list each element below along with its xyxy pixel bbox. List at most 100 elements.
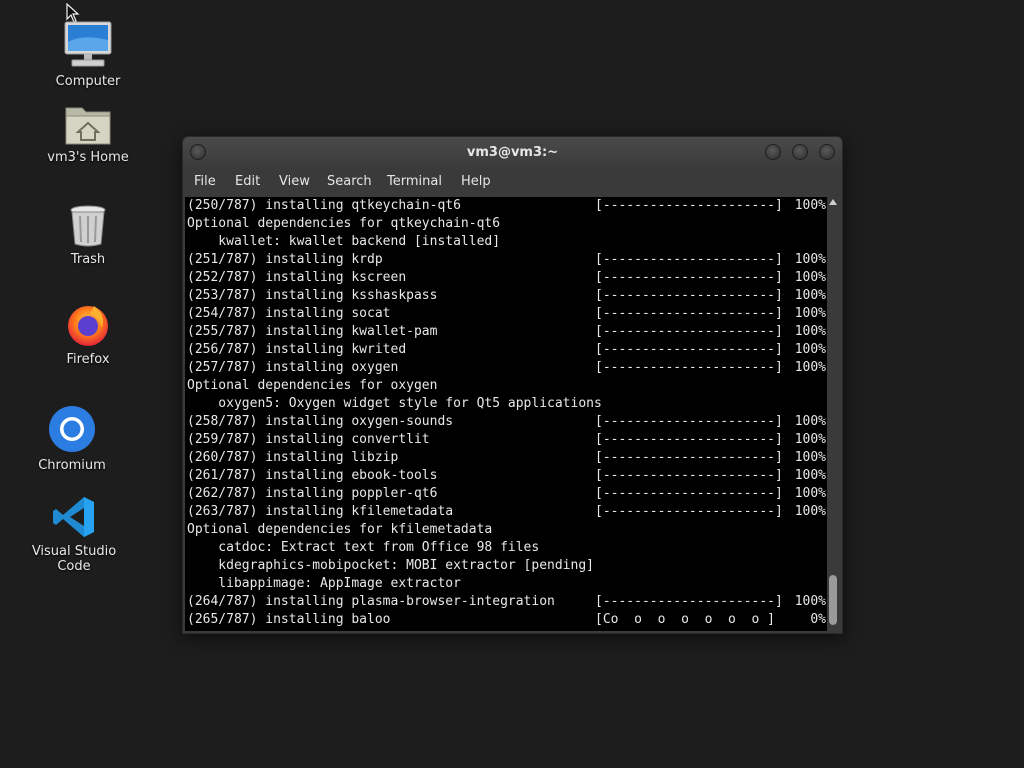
progress-bar-text: [----------------------] xyxy=(595,504,783,519)
trash-icon xyxy=(70,205,106,247)
progress-percent: 100% xyxy=(794,594,826,609)
home-folder-icon xyxy=(65,107,111,145)
window-titlebar[interactable]: vm3@vm3:~ xyxy=(183,137,842,167)
terminal-line: (258/787) installing oxygen-sounds [-----… xyxy=(185,413,827,431)
progress-percent: 100% xyxy=(794,270,826,285)
terminal-line: (252/787) installing kscreen [-----------… xyxy=(185,269,827,287)
terminal-line: catdoc: Extract text from Office 98 file… xyxy=(185,539,827,557)
chromium-icon xyxy=(49,406,95,452)
progress-percent: 100% xyxy=(794,468,826,483)
terminal-line: (257/787) installing oxygen [------------… xyxy=(185,359,827,377)
desktop-icon-chromium[interactable]: Chromium xyxy=(12,404,132,473)
progress-bar-text: [----------------------] xyxy=(595,306,783,321)
menu-file[interactable]: File xyxy=(194,174,216,189)
terminal-line-text: (258/787) installing oxygen-sounds xyxy=(187,414,454,429)
terminal-line-text: (259/787) installing convertlit xyxy=(187,432,430,447)
terminal-line: (262/787) installing poppler-qt6 [-------… xyxy=(185,485,827,503)
terminal-line-text: (253/787) installing ksshaskpass xyxy=(187,288,438,303)
terminal-line-text: (250/787) installing qtkeychain-qt6 xyxy=(187,198,461,213)
progress-bar-text: [Co o o o o o o ] xyxy=(595,612,776,627)
desktop-icon-label: Chromium xyxy=(38,458,106,473)
desktop-icon-home[interactable]: vm3's Home xyxy=(28,102,148,165)
terminal-line: oxygen5: Oxygen widget style for Qt5 app… xyxy=(185,395,827,413)
maximize-button[interactable] xyxy=(792,144,808,160)
terminal-line-text: (263/787) installing kfilemetadata xyxy=(187,504,454,519)
menu-bar: File Edit View Search Terminal Help xyxy=(183,167,842,195)
progress-percent: 100% xyxy=(794,198,826,213)
terminal-line-text: (262/787) installing poppler-qt6 xyxy=(187,486,438,501)
terminal-line: (250/787) installing qtkeychain-qt6 [----… xyxy=(185,197,827,215)
progress-bar-text: [----------------------] xyxy=(595,324,783,339)
progress-bar-text: [----------------------] xyxy=(595,288,783,303)
progress-bar-text: [----------------------] xyxy=(595,468,783,483)
desktop-icon-vscode[interactable]: Visual Studio Code xyxy=(14,494,134,574)
progress-percent: 100% xyxy=(794,360,826,375)
terminal-output[interactable]: (250/787) installing qtkeychain-qt6 [----… xyxy=(185,197,827,631)
terminal-line: Optional dependencies for qtkeychain-qt6 xyxy=(185,215,827,233)
menu-view[interactable]: View xyxy=(279,174,310,189)
terminal-line-text: (260/787) installing libzip xyxy=(187,450,399,465)
scroll-up-arrow-icon[interactable] xyxy=(829,199,837,205)
terminal-line: kwallet: kwallet backend [installed] xyxy=(185,233,827,251)
vscode-icon xyxy=(53,497,94,537)
terminal-line-text: (265/787) installing baloo xyxy=(187,612,391,627)
progress-percent: 100% xyxy=(794,324,826,339)
desktop-icon-computer[interactable]: Computer xyxy=(28,20,148,89)
scrollbar-thumb[interactable] xyxy=(829,575,837,625)
menu-terminal[interactable]: Terminal xyxy=(387,174,442,189)
desktop-icon-label: Firefox xyxy=(66,352,110,367)
progress-bar-text: [----------------------] xyxy=(595,252,783,267)
minimize-button[interactable] xyxy=(765,144,781,160)
terminal-line-text: (257/787) installing oxygen xyxy=(187,360,399,375)
terminal-line: (254/787) installing socat [-------------… xyxy=(185,305,827,323)
terminal-line: (260/787) installing libzip [------------… xyxy=(185,449,827,467)
terminal-line: (256/787) installing kwrited [-----------… xyxy=(185,341,827,359)
terminal-line-text: kdegraphics-mobipocket: MOBI extractor [… xyxy=(187,558,594,573)
terminal-line: (253/787) installing ksshaskpass [-------… xyxy=(185,287,827,305)
terminal-line: (255/787) installing kwallet-pam [-------… xyxy=(185,323,827,341)
terminal-line-text: (264/787) installing plasma-browser-inte… xyxy=(187,594,555,609)
progress-bar-text: [----------------------] xyxy=(595,450,783,465)
progress-bar-text: [----------------------] xyxy=(595,270,783,285)
desktop-icon-label: Trash xyxy=(70,252,106,267)
terminal-line-text: (255/787) installing kwallet-pam xyxy=(187,324,438,339)
progress-percent: 0% xyxy=(810,612,826,627)
progress-percent: 100% xyxy=(794,288,826,303)
terminal-line-text: (256/787) installing kwrited xyxy=(187,342,407,357)
terminal-line-text: Optional dependencies for kfilemetadata xyxy=(187,522,493,537)
terminal-line-text: kwallet: kwallet backend [installed] xyxy=(187,234,501,249)
terminal-line: (259/787) installing convertlit [--------… xyxy=(185,431,827,449)
terminal-line-text: Optional dependencies for oxygen xyxy=(187,378,438,393)
menu-search[interactable]: Search xyxy=(327,174,372,189)
progress-bar-text: [----------------------] xyxy=(595,486,783,501)
terminal-line-text: Optional dependencies for qtkeychain-qt6 xyxy=(187,216,501,231)
progress-bar-text: [----------------------] xyxy=(595,594,783,609)
progress-percent: 100% xyxy=(794,342,826,357)
terminal-window[interactable]: vm3@vm3:~ File Edit View Search Terminal… xyxy=(182,136,843,634)
desktop-icon-trash[interactable]: Trash xyxy=(28,204,148,267)
terminal-line-text: oxygen5: Oxygen widget style for Qt5 app… xyxy=(187,396,602,411)
progress-bar-text: [----------------------] xyxy=(595,414,783,429)
progress-bar-text: [----------------------] xyxy=(595,360,783,375)
menu-help[interactable]: Help xyxy=(461,174,491,189)
progress-bar-text: [----------------------] xyxy=(595,432,783,447)
close-button[interactable] xyxy=(819,144,835,160)
desktop-icon-label: Computer xyxy=(55,74,121,89)
terminal-line-text: (251/787) installing krdp xyxy=(187,252,383,267)
progress-bar-text: [----------------------] xyxy=(595,198,783,213)
progress-percent: 100% xyxy=(794,252,826,267)
terminal-line-text: libappimage: AppImage extractor xyxy=(187,576,461,591)
desktop-icon-firefox[interactable]: Firefox xyxy=(28,300,148,367)
progress-percent: 100% xyxy=(794,504,826,519)
desktop-icon-label: Visual Studio Code xyxy=(31,544,117,574)
terminal-line: Optional dependencies for oxygen xyxy=(185,377,827,395)
progress-percent: 100% xyxy=(794,450,826,465)
progress-percent: 100% xyxy=(794,432,826,447)
window-title: vm3@vm3:~ xyxy=(466,145,559,160)
terminal-line: (264/787) installing plasma-browser-inte… xyxy=(185,593,827,611)
menu-edit[interactable]: Edit xyxy=(235,174,260,189)
terminal-line: (263/787) installing kfilemetadata [-----… xyxy=(185,503,827,521)
terminal-line: kdegraphics-mobipocket: MOBI extractor [… xyxy=(185,557,827,575)
terminal-scrollbar[interactable] xyxy=(827,197,839,631)
progress-bar-text: [----------------------] xyxy=(595,342,783,357)
